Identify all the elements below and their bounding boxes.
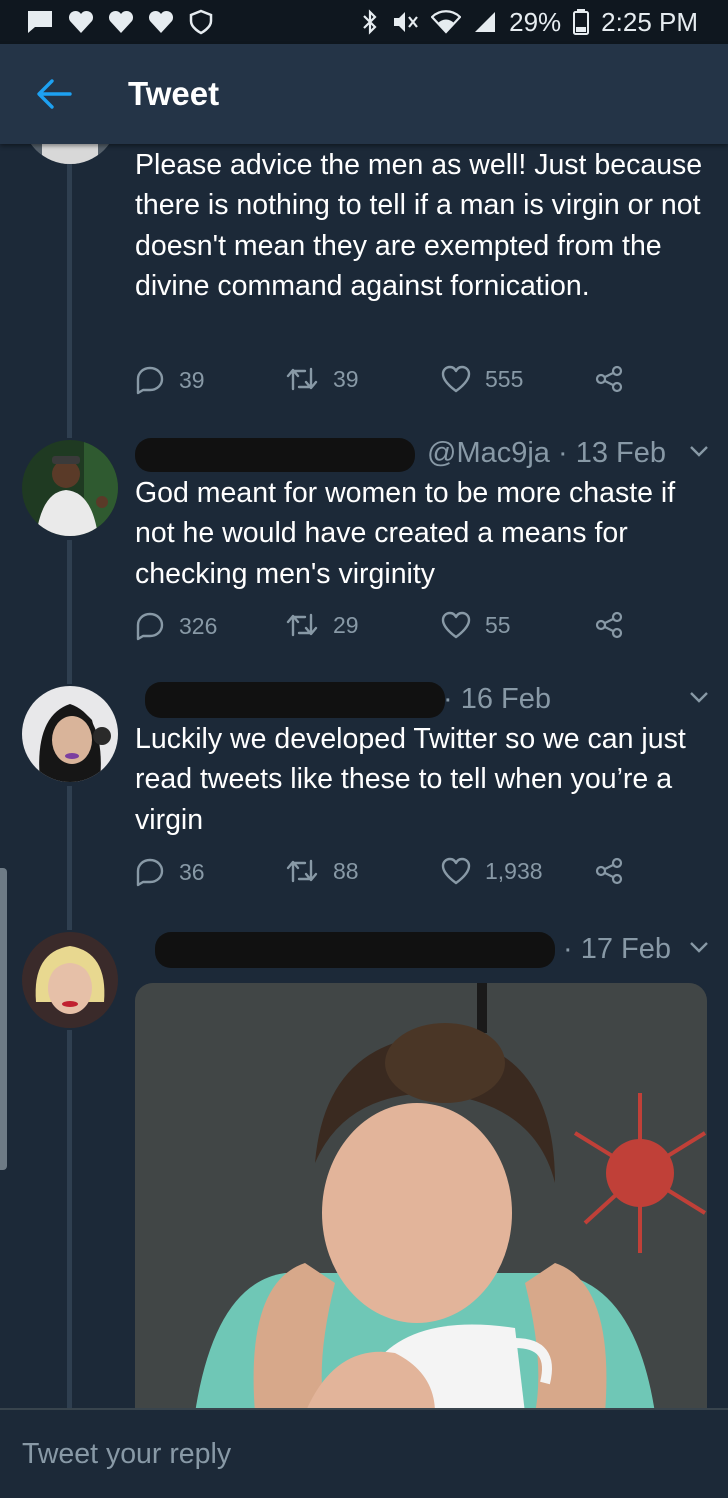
thread-line [67,540,72,684]
wifi-icon [431,10,462,34]
handle-date: · 16 Feb [443,683,551,715]
scrollbar[interactable] [0,868,7,1170]
reply-composer: Tweet your reply [0,1408,728,1498]
reply-button[interactable]: 39 [135,365,205,395]
share-icon [595,857,623,885]
avatar[interactable] [22,932,118,1028]
shield-icon [189,9,213,35]
retweet-count: 39 [333,365,359,392]
retweet-count: 88 [333,857,359,884]
thread-line [67,1030,72,1408]
avatar[interactable] [22,686,118,782]
tweet-text: Luckily we developed Twitter so we can j… [135,723,686,836]
redacted-name [155,932,555,968]
message-icon [28,11,52,33]
heart-icon [148,10,174,33]
share-button[interactable] [595,611,623,639]
chevron-down-icon[interactable] [688,936,710,958]
chevron-down-icon[interactable] [688,686,710,708]
chevron-down-icon[interactable] [688,440,710,462]
reply-icon [136,366,164,395]
like-count: 1,938 [485,857,543,884]
clock: 2:25 PM [601,6,698,37]
thread-line [67,786,72,930]
tweet-actions: 326 29 55 [135,611,655,645]
page-title: Tweet [128,75,220,112]
like-count: 555 [485,365,524,392]
retweet-icon [286,859,318,883]
heart-icon [68,10,94,33]
heart-icon [441,365,471,393]
retweet-button[interactable]: 88 [285,857,359,885]
redacted-name [145,682,445,718]
handle-date: @Mac9ja · 13 Feb [427,437,666,469]
bluetooth-icon [363,9,377,35]
tweet-media-image[interactable] [135,983,707,1413]
retweet-count: 29 [333,611,359,638]
retweet-icon [286,613,318,637]
avatar[interactable] [22,440,118,536]
back-button[interactable] [34,74,74,114]
reply-icon [136,858,164,887]
tweet-actions: 39 39 555 [135,365,655,399]
status-bar: 29% 2:25 PM [0,0,728,44]
redacted-name [135,438,415,472]
like-button[interactable]: 555 [441,365,523,393]
mute-icon [394,12,418,32]
reply-icon [136,612,164,641]
tweet-header: @Mac9ja · 13 Feb [135,434,710,472]
system-icons: 29% 2:25 PM [361,7,698,38]
like-count: 55 [485,611,511,638]
reply-count: 39 [179,366,205,393]
reply-button[interactable]: 36 [135,857,205,887]
share-button[interactable] [595,857,623,885]
reply-count: 36 [179,858,205,885]
retweet-icon [286,367,318,391]
heart-icon [441,611,471,639]
signal-icon [475,12,496,32]
like-button[interactable]: 55 [441,611,511,639]
notification-icons [26,9,214,35]
reply-count: 326 [179,612,218,639]
tweet-header: · 17 Feb [135,930,710,968]
heart-icon [108,10,134,33]
retweet-button[interactable]: 29 [285,611,359,639]
battery-percent: 29% [509,6,562,37]
heart-icon [441,857,471,885]
like-button[interactable]: 1,938 [441,857,543,885]
reply-button[interactable]: 326 [135,611,217,641]
retweet-button[interactable]: 39 [285,365,359,393]
tweet-actions: 36 88 1,938 [135,857,655,891]
arrow-left-icon [37,79,72,109]
tweet-header: · 16 Feb [135,680,710,718]
handle-date: · 17 Feb [563,933,671,965]
reply-input[interactable]: Tweet your reply [22,1438,231,1471]
tweet-text: God meant for women to be more chaste if… [135,477,676,590]
thread-line [67,144,72,438]
tweet-text: Please advice the men as well! Just beca… [135,149,703,302]
share-icon [595,611,623,639]
battery-icon [573,9,590,35]
share-icon [595,365,623,393]
top-app-bar: Tweet [0,44,728,144]
share-button[interactable] [595,365,623,393]
